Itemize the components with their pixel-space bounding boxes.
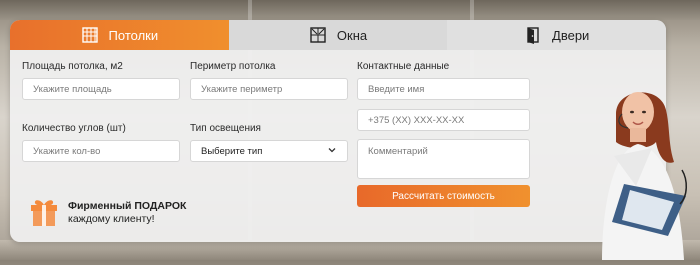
corners-input[interactable]: Укажите кол-во — [22, 140, 180, 162]
window-icon — [309, 26, 327, 44]
corners-placeholder: Укажите кол-во — [33, 145, 101, 157]
gift-title: Фирменный ПОДАРОК — [68, 200, 187, 212]
gift-subtitle: каждому клиенту! — [68, 213, 155, 225]
tab-label: Двери — [552, 27, 590, 43]
gift-icon — [30, 197, 58, 227]
door-icon — [524, 26, 542, 44]
tab-doors[interactable]: Двери — [447, 20, 666, 50]
perimeter-placeholder: Укажите периметр — [201, 83, 283, 95]
lighting-selected-value: Выберите тип — [201, 145, 263, 157]
comment-placeholder: Комментарий — [368, 146, 428, 157]
name-input[interactable]: Введите имя — [357, 78, 530, 100]
perimeter-label: Периметр потолка — [190, 61, 276, 72]
tab-windows[interactable]: Окна — [228, 20, 448, 50]
phone-input[interactable]: +375 (XX) XXX-XX-XX — [357, 109, 530, 131]
chevron-down-icon — [327, 145, 337, 158]
name-placeholder: Введите имя — [368, 83, 425, 95]
area-label: Площадь потолка, м2 — [22, 61, 123, 72]
area-placeholder: Укажите площадь — [33, 83, 112, 95]
perimeter-input[interactable]: Укажите периметр — [190, 78, 348, 100]
tab-label: Потолки — [108, 27, 159, 43]
consultant-image — [586, 74, 700, 260]
calculator-panel: Потолки Окна Двери Площадь потолка, м2 У… — [10, 20, 666, 242]
phone-placeholder: +375 (XX) XXX-XX-XX — [368, 114, 465, 126]
tab-ceilings[interactable]: Потолки — [10, 20, 229, 50]
comment-textarea[interactable]: Комментарий — [357, 139, 530, 179]
lighting-select[interactable]: Выберите тип — [190, 140, 348, 162]
contacts-label: Контактные данные — [357, 61, 450, 72]
lighting-label: Тип освещения — [190, 123, 261, 134]
tab-label: Окна — [336, 27, 368, 43]
background-ceiling-rail — [0, 0, 700, 20]
corners-label: Количество углов (шт) — [22, 123, 126, 134]
ceiling-icon — [81, 26, 99, 44]
category-tabs: Потолки Окна Двери — [10, 20, 666, 50]
area-input[interactable]: Укажите площадь — [22, 78, 180, 100]
calculate-button[interactable]: Рассчитать стоимость — [357, 185, 530, 207]
